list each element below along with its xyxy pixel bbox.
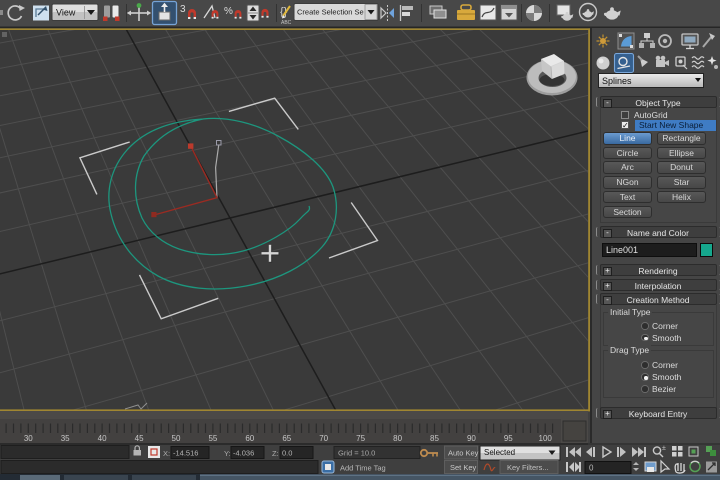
svg-text:ABC: ABC — [281, 20, 292, 26]
svg-text:55: 55 — [208, 434, 217, 443]
svg-text:75: 75 — [356, 434, 365, 443]
svg-text:3: 3 — [180, 4, 186, 15]
svg-text:%: % — [224, 6, 233, 17]
svg-text:70: 70 — [319, 434, 328, 443]
svg-text:X:: X: — [163, 449, 170, 458]
svg-text:Set Key: Set Key — [450, 463, 477, 472]
svg-text:±: ± — [662, 445, 666, 452]
svg-text:35: 35 — [61, 434, 70, 443]
svg-text:Y:: Y: — [224, 449, 231, 458]
svg-text:Create Selection Se: Create Selection Se — [297, 8, 364, 17]
svg-text:50: 50 — [172, 434, 181, 443]
svg-text:0: 0 — [589, 464, 594, 473]
svg-text:85: 85 — [430, 434, 439, 443]
svg-text:-4.036: -4.036 — [233, 449, 254, 458]
svg-text:60: 60 — [245, 434, 254, 443]
svg-text:45: 45 — [135, 434, 144, 443]
svg-text:-14.516: -14.516 — [173, 449, 198, 458]
svg-text:30: 30 — [24, 434, 33, 443]
svg-text:65: 65 — [282, 434, 291, 443]
svg-text:80: 80 — [393, 434, 402, 443]
svg-text:Auto Key: Auto Key — [448, 449, 479, 458]
svg-text:40: 40 — [98, 434, 107, 443]
svg-text:Key Filters...: Key Filters... — [507, 463, 549, 472]
svg-text:View: View — [56, 8, 76, 18]
svg-text:95: 95 — [504, 434, 513, 443]
svg-text:Selected: Selected — [484, 448, 515, 457]
svg-text:0.0: 0.0 — [282, 449, 292, 458]
svg-text:Add Time Tag: Add Time Tag — [340, 464, 386, 473]
svg-text:100: 100 — [539, 434, 553, 443]
svg-text:90: 90 — [467, 434, 476, 443]
svg-text:Grid = 10.0: Grid = 10.0 — [338, 449, 375, 458]
svg-text:Z:: Z: — [272, 449, 279, 458]
